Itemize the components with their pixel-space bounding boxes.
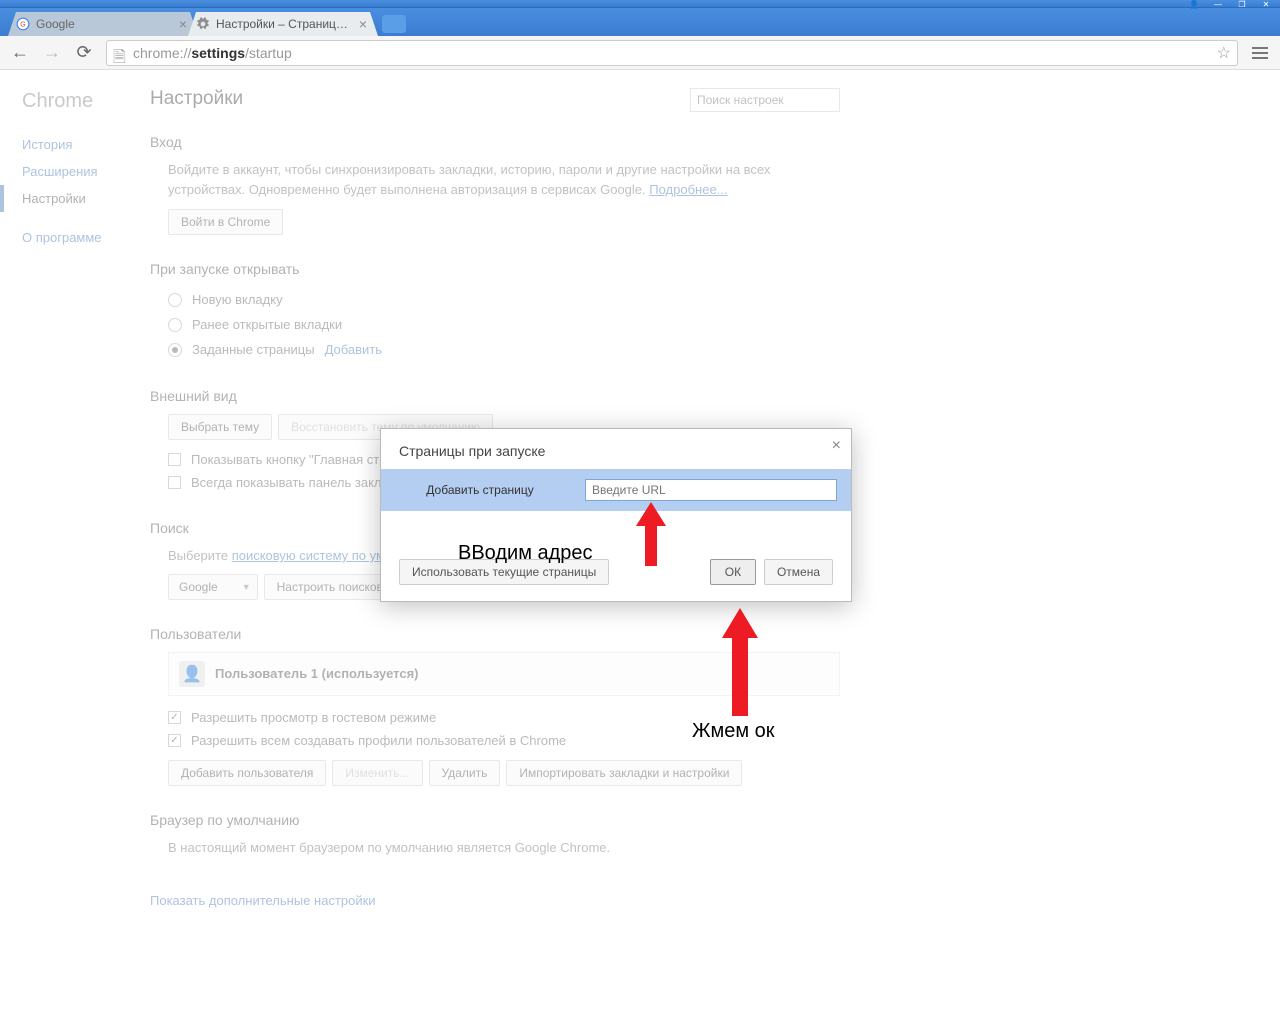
page-icon: 🗎	[113, 46, 127, 60]
section-heading: Браузер по умолчанию	[150, 812, 840, 828]
tab-google[interactable]: G Google ×	[8, 12, 198, 36]
section-default-browser: Браузер по умолчанию В настоящий момент …	[150, 812, 840, 858]
tab-strip: G Google × Настройки – Страницы пр ×	[0, 8, 1280, 36]
section-signin: Вход Войдите в аккаунт, чтобы синхронизи…	[150, 134, 840, 235]
search-engine-select[interactable]: Google▼	[168, 574, 258, 600]
gear-favicon-icon	[196, 17, 210, 31]
browser-toolbar: ← → ⟳ 🗎 chrome://settings/startup ☆	[0, 36, 1280, 70]
section-heading: При запуске открывать	[150, 261, 840, 277]
maximize-button[interactable]: ❐	[1230, 0, 1254, 9]
tab-title: Настройки – Страницы пр	[216, 17, 356, 31]
url-text: chrome://settings/startup	[133, 45, 292, 61]
section-heading: Вход	[150, 134, 840, 150]
radio-label: Заданные страницы	[192, 342, 315, 357]
dialog-add-row: Добавить страницу	[381, 469, 851, 511]
back-button[interactable]: ←	[6, 39, 34, 67]
import-button[interactable]: Импортировать закладки и настройки	[506, 760, 742, 786]
radio-label: Ранее открытые вкладки	[192, 317, 342, 332]
startup-add-link[interactable]: Добавить	[325, 342, 382, 357]
chevron-down-icon: ▼	[242, 582, 251, 592]
signin-more-link[interactable]: Подробнее...	[649, 182, 727, 197]
startup-pages-dialog: × Страницы при запуске Добавить страницу…	[380, 428, 852, 602]
check-label: Разрешить просмотр в гостевом режиме	[191, 710, 436, 725]
checkbox-show-bookmarks[interactable]	[168, 476, 181, 489]
checkbox-allow-add[interactable]	[168, 734, 181, 747]
add-user-button[interactable]: Добавить пользователя	[168, 760, 326, 786]
choose-theme-button[interactable]: Выбрать тему	[168, 414, 272, 440]
settings-search-input[interactable]	[690, 88, 840, 112]
delete-user-button[interactable]: Удалить	[429, 760, 501, 786]
radio-pages[interactable]	[168, 343, 182, 357]
dialog-title: Страницы при запуске	[381, 429, 851, 469]
edit-user-button: Изменить...	[332, 760, 422, 786]
use-current-pages-button[interactable]: Использовать текущие страницы	[399, 559, 609, 585]
user-icon[interactable]: 👤	[1182, 0, 1206, 9]
chrome-menu-button[interactable]	[1246, 39, 1274, 67]
avatar-icon: 👤	[179, 661, 205, 687]
new-tab-button[interactable]	[382, 15, 406, 33]
tab-close-icon[interactable]: ×	[176, 17, 190, 31]
check-label: Разрешить всем создавать профили пользов…	[191, 733, 566, 748]
section-users: Пользователи 👤 Пользователь 1 (используе…	[150, 626, 840, 786]
window-titlebar: 👤 — ❐ ✕	[0, 0, 1280, 8]
url-input[interactable]	[585, 479, 837, 501]
ok-button[interactable]: ОК	[710, 559, 756, 585]
section-startup: При запуске открывать Новую вкладку Ране…	[150, 261, 840, 362]
forward-button: →	[38, 39, 66, 67]
svg-text:G: G	[20, 21, 25, 28]
cancel-button[interactable]: Отмена	[764, 559, 833, 585]
radio-label: Новую вкладку	[192, 292, 283, 307]
reload-button[interactable]: ⟳	[70, 39, 98, 67]
sidebar-item-about[interactable]: О программе	[22, 224, 150, 251]
tab-close-icon[interactable]: ×	[356, 17, 370, 31]
radio-continue[interactable]	[168, 318, 182, 332]
checkbox-guest[interactable]	[168, 711, 181, 724]
settings-sidebar: Chrome История Расширения Настройки О пр…	[0, 70, 150, 1024]
bookmark-star-icon[interactable]: ☆	[1217, 43, 1231, 63]
signin-button[interactable]: Войти в Chrome	[168, 209, 283, 235]
sidebar-item-extensions[interactable]: Расширения	[22, 158, 150, 185]
dialog-close-icon[interactable]: ×	[832, 437, 841, 455]
radio-newtab[interactable]	[168, 293, 182, 307]
chrome-brand: Chrome	[22, 90, 150, 113]
section-heading: Пользователи	[150, 626, 840, 642]
user-name: Пользователь 1 (используется)	[215, 666, 419, 681]
check-label: Всегда показывать панель закладок	[191, 475, 409, 490]
minimize-button[interactable]: —	[1206, 0, 1230, 9]
checkbox-show-home[interactable]	[168, 453, 181, 466]
sidebar-item-history[interactable]: История	[22, 131, 150, 158]
address-bar[interactable]: 🗎 chrome://settings/startup ☆	[106, 40, 1238, 66]
google-favicon-icon: G	[16, 17, 30, 31]
sidebar-item-settings[interactable]: Настройки	[0, 185, 150, 212]
show-advanced-link[interactable]: Показать дополнительные настройки	[150, 893, 376, 908]
section-heading: Внешний вид	[150, 388, 840, 404]
current-user-row[interactable]: 👤 Пользователь 1 (используется)	[168, 652, 840, 696]
default-browser-text: В настоящий момент браузером по умолчани…	[150, 838, 840, 858]
close-window-button[interactable]: ✕	[1254, 0, 1278, 9]
tab-settings[interactable]: Настройки – Страницы пр ×	[188, 12, 378, 36]
add-page-label: Добавить страницу	[395, 483, 565, 497]
tab-title: Google	[36, 17, 176, 31]
